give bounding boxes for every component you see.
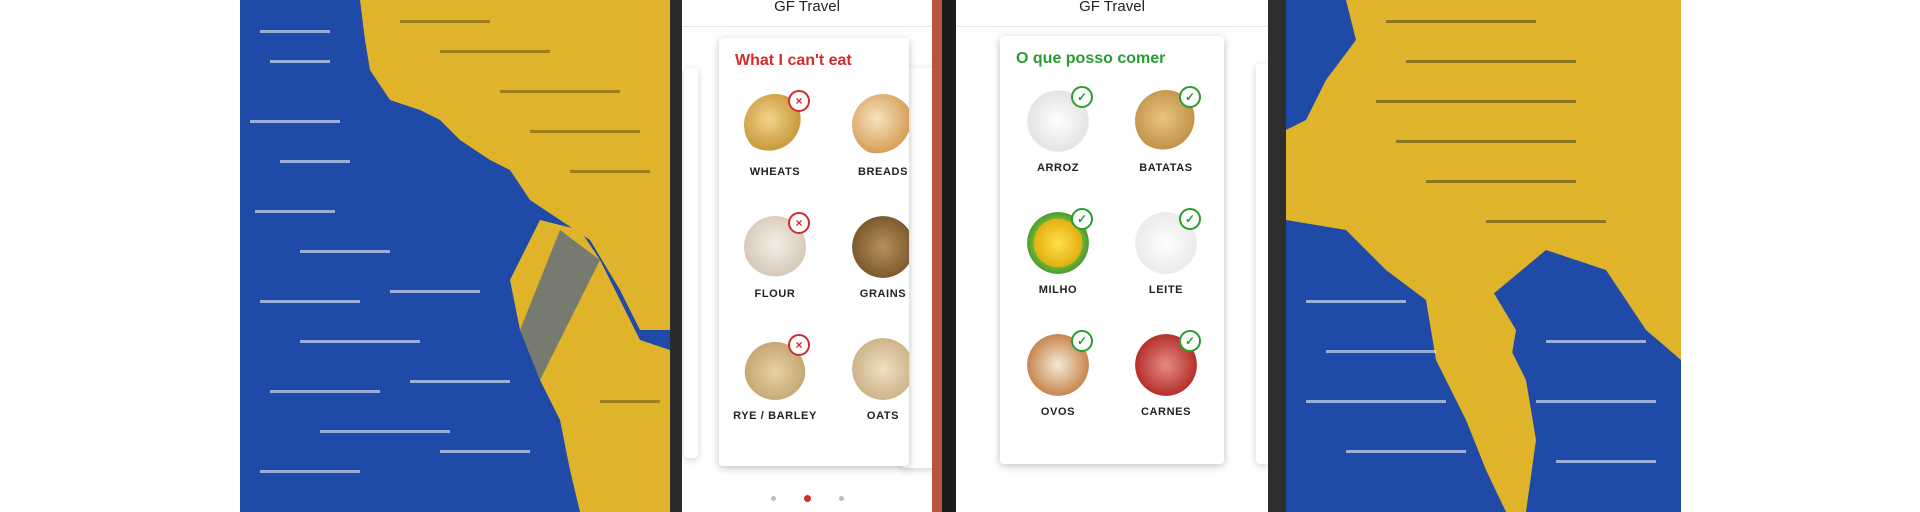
page-dot-active[interactable] (803, 495, 811, 503)
food-item-ovos[interactable]: ✓ OVOS (1010, 330, 1106, 418)
food-label: GRAINS (859, 288, 907, 300)
food-label: FLOUR (754, 288, 796, 300)
check-circle-icon: ✓ (1179, 330, 1201, 352)
bread-icon (852, 94, 909, 156)
check-circle-icon: ✓ (1071, 330, 1093, 352)
food-item-milho[interactable]: ✓ MILHO (1010, 208, 1106, 296)
cant-eat-card: What I can't eat × WHEATS BREADS × FLOUR… (719, 38, 909, 466)
wheat-icon: × (744, 90, 810, 156)
food-item-grains[interactable]: GRAINS (835, 216, 909, 300)
grains-icon (852, 216, 909, 278)
food-label: RYE / BARLEY (733, 410, 817, 422)
food-item-batatas[interactable]: ✓ BATATAS (1118, 86, 1214, 174)
previous-card-edge (684, 68, 698, 458)
check-circle-icon: ✓ (1179, 86, 1201, 108)
check-circle-icon: ✓ (1071, 86, 1093, 108)
card-title: What I can't eat (735, 52, 852, 69)
app-title: GF Travel (1079, 0, 1145, 15)
food-label: BREADS (857, 166, 909, 178)
food-item-flour[interactable]: × FLOUR (727, 212, 823, 300)
food-item-carnes[interactable]: ✓ CARNES (1118, 330, 1214, 418)
food-label: WHEATS (749, 166, 801, 178)
world-map-background-left (240, 0, 670, 512)
food-label: OATS (866, 410, 900, 422)
food-item-breads[interactable]: BREADS (835, 94, 909, 178)
close-circle-icon: × (788, 334, 810, 356)
food-item-leite[interactable]: ✓ LEITE (1118, 208, 1214, 296)
app-title: GF Travel (774, 0, 840, 15)
rice-icon: ✓ (1027, 86, 1093, 152)
food-label: LEITE (1148, 284, 1184, 296)
page-dot[interactable] (770, 496, 776, 502)
food-item-wheats[interactable]: × WHEATS (727, 90, 823, 178)
world-map-background-right (1286, 0, 1681, 512)
phone-screen-can-eat: GF Travel O que posso comer ✓ ARROZ ✓ BA… (942, 0, 1286, 512)
food-item-oats[interactable]: OATS (835, 338, 909, 422)
milk-icon: ✓ (1135, 208, 1201, 274)
food-label: CARNES (1140, 406, 1192, 418)
phone-screen-cant-eat: GF Travel What I can't eat × WHEATS BREA… (670, 0, 942, 512)
food-label: OVOS (1040, 406, 1076, 418)
header-divider (682, 26, 932, 27)
food-label: BATATAS (1139, 162, 1193, 174)
corn-icon: ✓ (1027, 208, 1093, 274)
meat-icon: ✓ (1135, 330, 1201, 396)
flour-icon: × (744, 212, 810, 278)
close-circle-icon: × (788, 212, 810, 234)
potato-icon: ✓ (1135, 86, 1201, 152)
phone-frame-edge (1274, 0, 1282, 512)
pagination-dots (682, 490, 932, 508)
food-label: ARROZ (1036, 162, 1080, 174)
check-circle-icon: ✓ (1071, 208, 1093, 230)
next-card-edge (1256, 64, 1268, 464)
food-item-arroz[interactable]: ✓ ARROZ (1010, 86, 1106, 174)
can-eat-card: O que posso comer ✓ ARROZ ✓ BATATAS ✓ MI… (1000, 36, 1224, 464)
card-title: O que posso comer (1016, 50, 1166, 67)
page-dot[interactable] (838, 496, 844, 502)
header-divider (956, 26, 1268, 27)
food-label: MILHO (1038, 284, 1078, 296)
close-circle-icon: × (788, 90, 810, 112)
barley-icon: × (744, 334, 810, 400)
oats-icon (852, 338, 909, 400)
check-circle-icon: ✓ (1179, 208, 1201, 230)
food-item-rye-barley[interactable]: × RYE / BARLEY (727, 334, 823, 422)
eggs-icon: ✓ (1027, 330, 1093, 396)
